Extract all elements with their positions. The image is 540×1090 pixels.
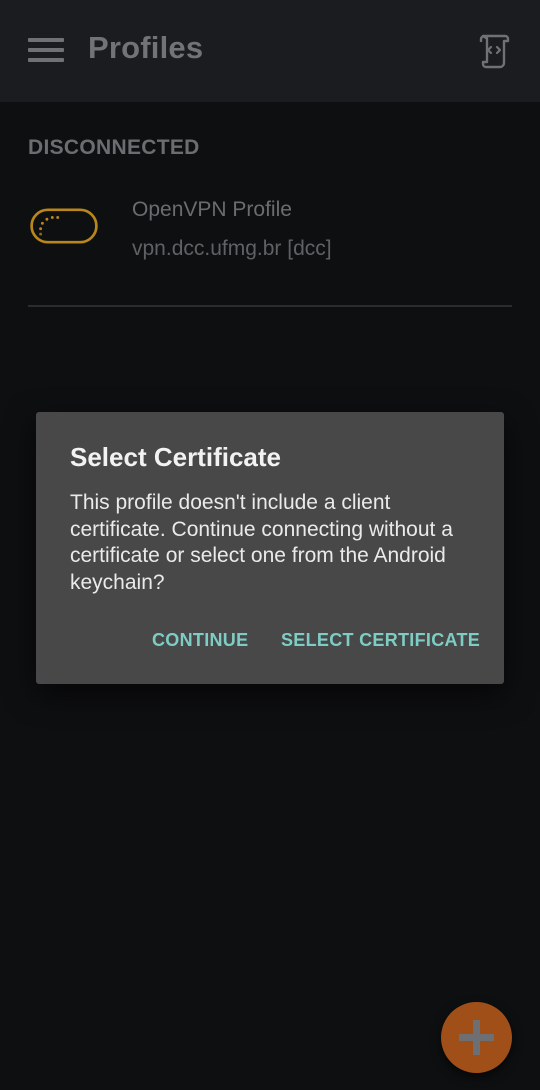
profile-name: OpenVPN Profile: [132, 198, 292, 221]
menu-line: [28, 38, 64, 42]
select-certificate-dialog: Select Certificate This profile doesn't …: [36, 412, 504, 684]
dialog-title: Select Certificate: [70, 442, 281, 472]
profiles-screen: Profiles DISCONNECTED OpenVPN Profile vp…: [0, 0, 540, 1090]
divider: [28, 305, 512, 307]
section-header: DISCONNECTED: [28, 136, 200, 159]
app-bar: Profiles: [0, 0, 540, 102]
profile-server: vpn.dcc.ufmg.br [dcc]: [132, 237, 332, 260]
script-code-icon[interactable]: [474, 30, 514, 70]
page-title: Profiles: [88, 30, 204, 65]
menu-line: [28, 48, 64, 52]
menu-line: [28, 58, 64, 62]
profile-list-item[interactable]: OpenVPN Profile vpn.dcc.ufmg.br [dcc]: [0, 188, 540, 298]
dialog-message: This profile doesn't include a client ce…: [70, 491, 453, 594]
add-profile-button[interactable]: [441, 1002, 512, 1073]
hamburger-menu-icon[interactable]: [28, 36, 64, 64]
select-certificate-button[interactable]: SELECT CERTIFICATE: [281, 630, 480, 651]
connecting-pill-icon: [30, 208, 98, 244]
plus-icon: [473, 1020, 480, 1055]
continue-button[interactable]: CONTINUE: [152, 630, 248, 651]
